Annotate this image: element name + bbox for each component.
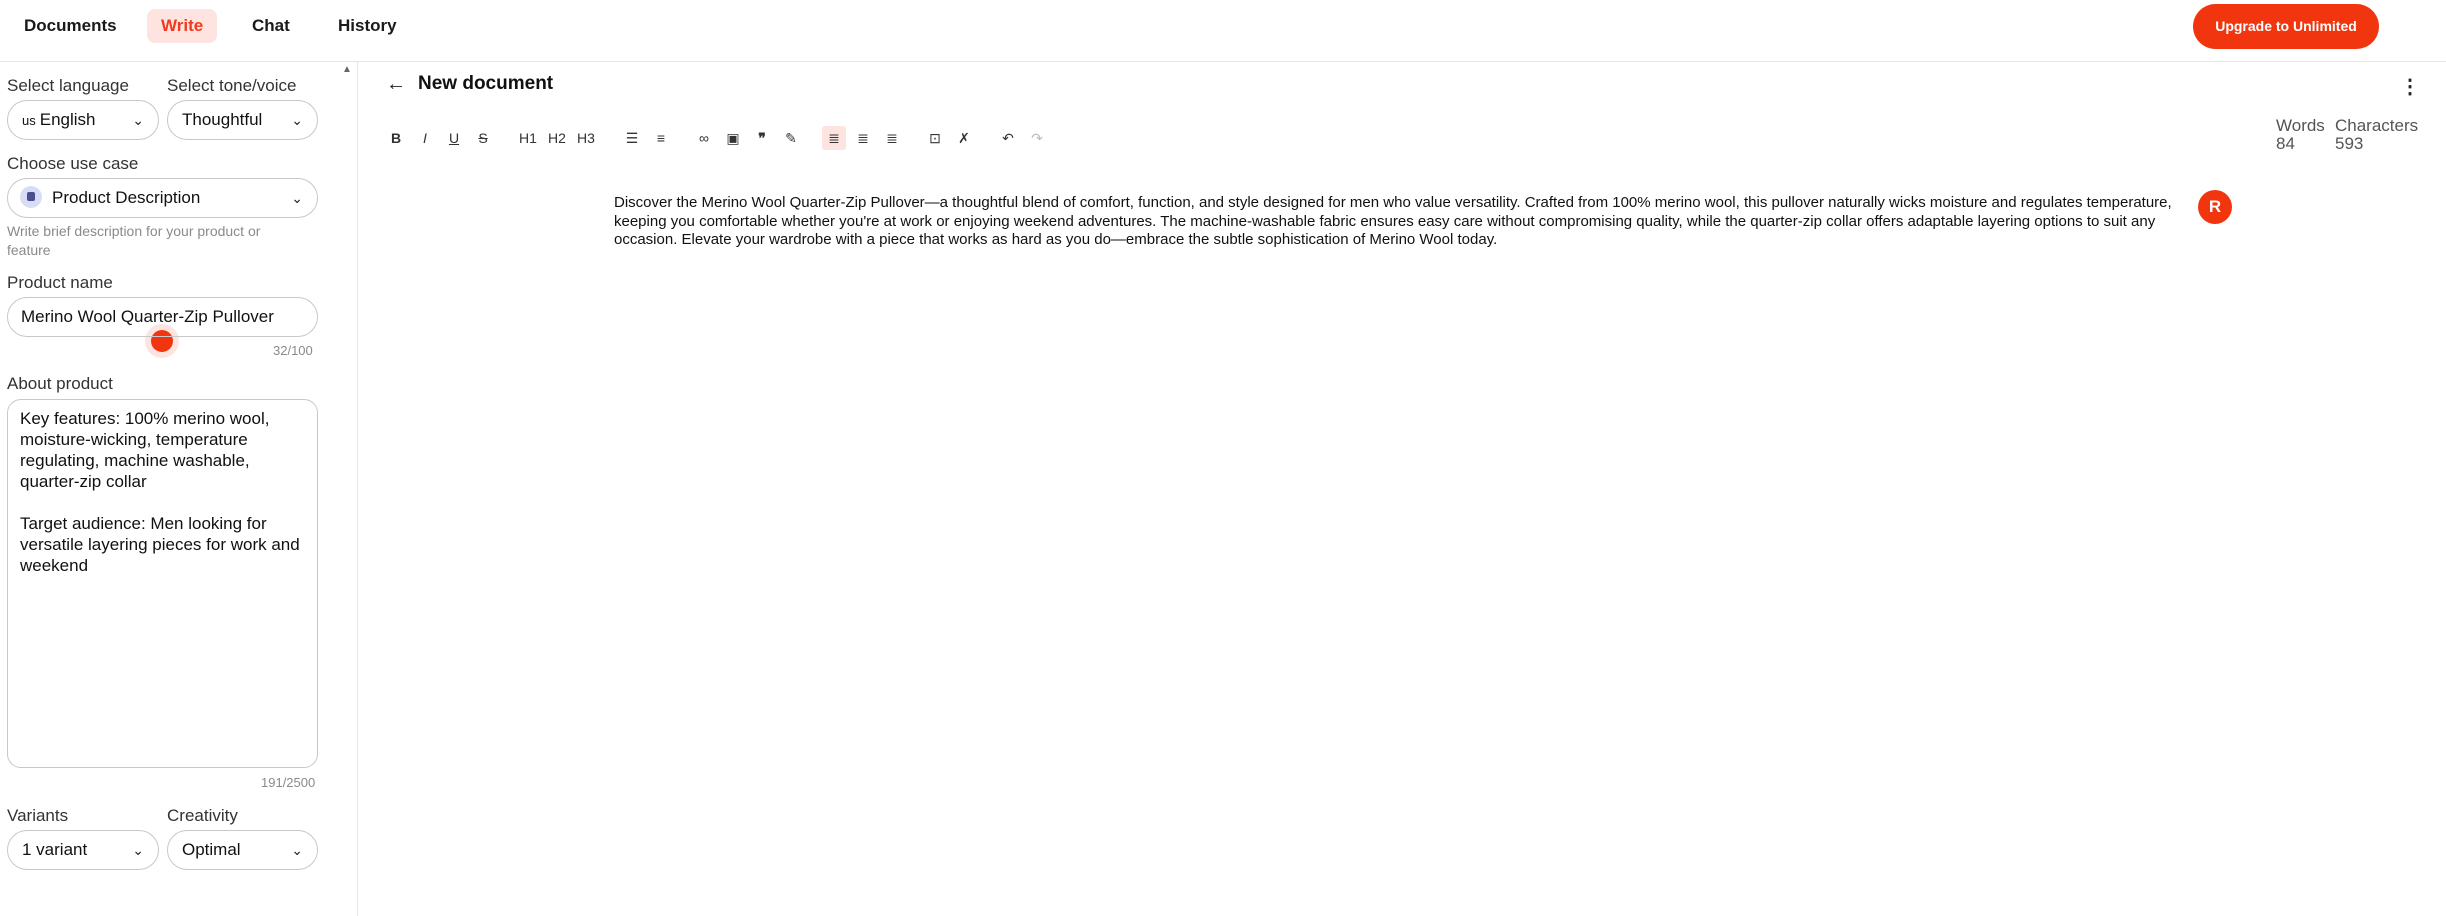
language-label: Select language xyxy=(7,76,129,95)
about-product-textarea[interactable]: Key features: 100% merino wool, moisture… xyxy=(7,399,318,768)
usecase-select[interactable]: Product Description ⌄ xyxy=(7,178,318,218)
clear-format-icon[interactable]: ✗ xyxy=(952,126,976,150)
image-icon[interactable]: ▣ xyxy=(721,126,745,150)
words-value: 84 xyxy=(2276,134,2295,153)
creativity-select[interactable]: Optimal ⌄ xyxy=(167,830,318,870)
creativity-label: Creativity xyxy=(167,806,238,825)
words-label: Words xyxy=(2276,116,2325,135)
tab-chat[interactable]: Chat xyxy=(238,9,304,43)
document-body[interactable]: Discover the Merino Wool Quarter-Zip Pul… xyxy=(614,194,2184,250)
link-icon[interactable]: ∞ xyxy=(692,126,716,150)
language-value: English xyxy=(39,110,96,129)
chevron-down-icon: ⌄ xyxy=(291,190,303,206)
back-arrow-icon[interactable]: ← xyxy=(386,73,406,96)
bullet-list-icon[interactable]: ☰ xyxy=(620,126,644,150)
variants-value: 1 variant xyxy=(22,840,88,859)
product-name-counter: 32/100 xyxy=(273,343,313,358)
usecase-hint: Write brief description for your product… xyxy=(7,223,261,258)
product-tag-icon xyxy=(20,185,42,208)
language-select[interactable]: us English ⌄ xyxy=(7,100,159,140)
product-name-input[interactable]: Merino Wool Quarter-Zip Pullover xyxy=(7,297,318,337)
numbered-list-icon[interactable]: ≡ xyxy=(649,126,673,150)
underline-button[interactable]: U xyxy=(442,126,466,150)
highlight-pen-icon[interactable]: ✎ xyxy=(779,126,803,150)
undo-icon[interactable]: ↶ xyxy=(996,126,1020,150)
chevron-down-icon: ⌄ xyxy=(291,842,303,858)
align-right-icon[interactable]: ≣ xyxy=(880,126,904,150)
quote-icon[interactable]: ❞ xyxy=(750,126,774,150)
heading3-button[interactable]: H3 xyxy=(572,126,600,150)
redo-icon[interactable]: ↷ xyxy=(1025,126,1049,150)
tone-value: Thoughtful xyxy=(182,110,263,129)
strikethrough-button[interactable]: S xyxy=(471,126,495,150)
product-name-label: Product name xyxy=(7,273,113,292)
usecase-value: Product Description xyxy=(52,188,201,207)
variants-label: Variants xyxy=(7,806,69,825)
tab-write[interactable]: Write xyxy=(147,9,218,43)
tab-history[interactable]: History xyxy=(324,9,411,43)
us-flag-icon: us xyxy=(22,113,36,128)
align-center-icon[interactable]: ≣ xyxy=(851,126,875,150)
about-product-counter: 191/2500 xyxy=(261,775,316,790)
document-title[interactable]: New document xyxy=(418,73,553,95)
tab-documents[interactable]: Documents xyxy=(10,9,131,43)
more-options-icon[interactable]: ⋮ xyxy=(2400,74,2420,99)
usecase-label: Choose use case xyxy=(7,154,139,173)
top-navigation: Documents Write Chat History Upgrade to … xyxy=(0,0,2446,62)
embed-icon[interactable]: ⊡ xyxy=(923,126,947,150)
avatar[interactable]: R xyxy=(2198,190,2232,224)
variants-select[interactable]: 1 variant ⌄ xyxy=(7,830,159,870)
creativity-value: Optimal xyxy=(182,840,241,859)
chevron-down-icon: ⌄ xyxy=(291,112,303,128)
chevron-down-icon: ⌄ xyxy=(132,112,144,128)
characters-value: 593 xyxy=(2335,134,2364,153)
settings-sidebar: ▲ Select language us English ⌄ Select ton… xyxy=(0,62,358,916)
heading1-button[interactable]: H1 xyxy=(514,126,542,150)
upgrade-button[interactable]: Upgrade to Unlimited xyxy=(2193,4,2379,49)
about-product-label: About product xyxy=(7,374,113,393)
tone-label: Select tone/voice xyxy=(167,76,297,95)
heading2-button[interactable]: H2 xyxy=(543,126,571,150)
scroll-up-icon[interactable]: ▲ xyxy=(342,64,352,75)
tone-select[interactable]: Thoughtful ⌄ xyxy=(167,100,318,140)
chevron-down-icon: ⌄ xyxy=(132,842,144,858)
bold-button[interactable]: B xyxy=(384,126,408,150)
italic-button[interactable]: I xyxy=(413,126,437,150)
characters-label: Characters xyxy=(2335,116,2419,135)
align-left-icon[interactable]: ≣ xyxy=(822,126,846,150)
